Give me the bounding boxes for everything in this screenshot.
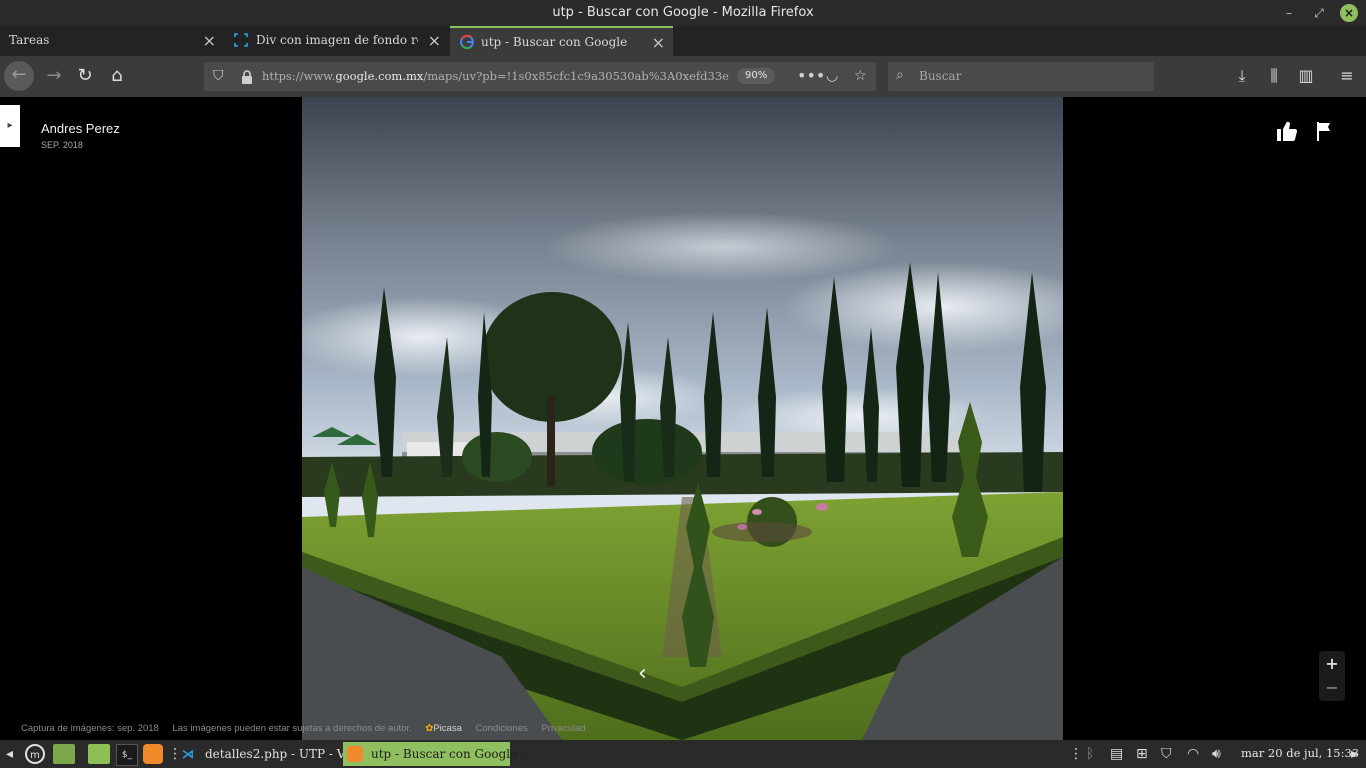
hamburger-menu-icon[interactable]: ≡ <box>1335 66 1359 85</box>
photo-viewer: ▸ Andres Perez SEP. 2018 ‹ + − Captura d… <box>0 97 1366 740</box>
more-actions-icon[interactable]: ••• <box>797 66 825 85</box>
thumbs-up-icon[interactable] <box>1275 119 1299 143</box>
previous-photo-icon[interactable]: ‹ <box>638 661 647 686</box>
task-vscode[interactable]: ⋊ detalles2.php - UTP - Vi... <box>180 742 361 766</box>
home-icon[interactable]: ⌂ <box>103 62 131 90</box>
side-panel-toggle[interactable]: ▸ <box>0 105 20 147</box>
garden-photo <box>302 97 1063 740</box>
viewer-footer: Captura de imágenes: sep. 2018 Las imáge… <box>21 723 597 734</box>
reload-icon[interactable]: ↻ <box>71 62 99 90</box>
taskbar-right-arrow-icon[interactable]: ▸ <box>1351 746 1358 762</box>
photo-author[interactable]: Andres Perez <box>41 121 120 136</box>
update-manager-icon[interactable]: ⊞ <box>1136 746 1148 762</box>
flag-icon[interactable] <box>1312 119 1336 143</box>
forward-arrow-icon[interactable]: → <box>40 62 68 90</box>
zoom-out-button[interactable]: − <box>1319 678 1345 697</box>
zoom-in-button[interactable]: + <box>1319 654 1345 673</box>
tab-strip: Tareas × Div con imagen de fondo respo ×… <box>0 26 1366 79</box>
window-titlebar: utp - Buscar con Google - Mozilla Firefo… <box>0 0 1366 26</box>
nav-toolbar: ← → ↻ ⌂ ⛉ https://www.google.com.mx/maps… <box>0 56 1366 97</box>
wifi-icon[interactable]: ◠ <box>1187 746 1199 762</box>
svg-text:m: m <box>30 750 40 761</box>
task-firefox[interactable]: utp - Buscar con Google ... <box>343 742 532 766</box>
close-window-icon[interactable]: × <box>1340 4 1358 22</box>
clipboard-icon[interactable]: ▤ <box>1110 746 1123 762</box>
library-icon[interactable]: ⫼ <box>1262 66 1286 86</box>
terminal-icon[interactable]: $_ <box>116 744 138 766</box>
tab-div-imagen[interactable]: Div con imagen de fondo respo × <box>224 26 449 56</box>
maximize-icon[interactable]: ⤢ <box>1310 4 1328 22</box>
sidebar-toggle-icon[interactable]: ▥ <box>1294 66 1318 85</box>
window-title: utp - Buscar con Google - Mozilla Firefo… <box>552 5 814 20</box>
taskbar-left-arrow-icon[interactable]: ◂ <box>6 746 13 762</box>
clock[interactable]: mar 20 de jul, 15:33 <box>1241 746 1359 760</box>
bluetooth-icon[interactable]: ᛒ <box>1086 746 1094 762</box>
system-taskbar: ◂ m $_ ⋮ ⋊ detalles2.php - UTP - Vi... u… <box>0 740 1366 768</box>
tab-label: Div con imagen de fondo respo <box>256 33 418 47</box>
terms-link[interactable]: Condiciones <box>476 723 528 734</box>
minimize-icon[interactable]: – <box>1280 4 1298 22</box>
search-placeholder: Buscar <box>919 69 962 83</box>
close-tab-icon[interactable]: × <box>203 31 216 50</box>
volume-icon[interactable]: 🔊︎ <box>1212 746 1221 762</box>
tray-separator-icon: ⋮ <box>1069 746 1083 762</box>
screenshot-icon <box>234 33 248 47</box>
photo-image[interactable]: ‹ <box>302 97 1063 740</box>
close-tab-icon[interactable]: × <box>428 31 441 50</box>
zoom-level-badge[interactable]: 90% <box>737 68 776 84</box>
search-icon: ⌕ <box>896 67 904 83</box>
show-desktop-icon[interactable] <box>53 744 75 764</box>
bookmark-star-icon[interactable]: ☆ <box>854 68 867 84</box>
vscode-icon: ⋊ <box>182 747 194 761</box>
firefox-icon <box>347 746 363 762</box>
back-arrow-icon[interactable]: ← <box>4 61 34 91</box>
file-manager-icon[interactable] <box>88 744 110 764</box>
tracking-shield-icon[interactable]: ⛉ <box>213 68 224 84</box>
google-icon <box>460 35 474 49</box>
shield-icon[interactable]: ⛉ <box>1161 746 1172 762</box>
search-bar[interactable]: ⌕ Buscar <box>888 62 1154 91</box>
url-bar[interactable]: ⛉ https://www.google.com.mx/maps/uv?pb=!… <box>204 62 876 91</box>
tab-tareas[interactable]: Tareas × <box>0 26 224 56</box>
tab-label: Tareas <box>9 33 50 47</box>
picasa-attribution[interactable]: ✿Picasa <box>425 723 461 734</box>
capture-date-text: Captura de imágenes: sep. 2018 <box>21 723 159 734</box>
close-tab-icon[interactable]: × <box>652 33 665 52</box>
lock-icon[interactable] <box>241 70 253 84</box>
pocket-icon[interactable]: ◡ <box>826 68 838 84</box>
tab-utp-google[interactable]: utp - Buscar con Google × <box>450 26 673 56</box>
zoom-control: + − <box>1319 651 1345 701</box>
tab-label: utp - Buscar con Google <box>481 35 628 49</box>
photo-date: SEP. 2018 <box>41 140 83 150</box>
downloads-icon[interactable]: ⤓ <box>1230 66 1254 86</box>
mint-menu-icon[interactable]: m <box>24 744 46 764</box>
copyright-notice: Las imágenes pueden estar sujetas a dere… <box>172 723 412 734</box>
url-text[interactable]: https://www.google.com.mx/maps/uv?pb=!1s… <box>262 69 730 83</box>
firefox-launcher-icon[interactable] <box>143 744 163 764</box>
privacy-link[interactable]: Privacidad <box>541 723 585 734</box>
